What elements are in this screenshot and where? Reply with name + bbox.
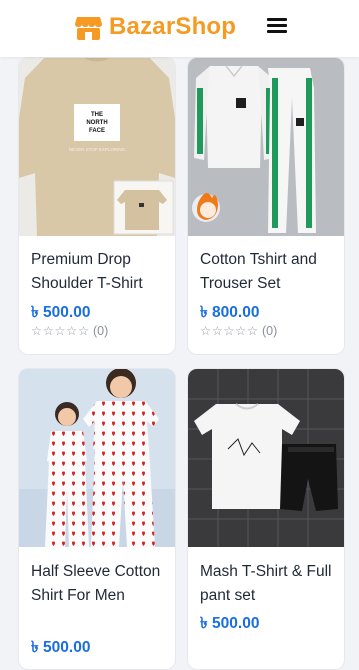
product-price: ৳ 500.00 xyxy=(200,615,260,632)
rating-stars-icon: ☆☆☆☆☆ xyxy=(200,324,259,338)
product-card[interactable]: THE NORTH FACE NEVER STOP EXPLORING Prem… xyxy=(18,57,176,355)
brand-logo[interactable]: BazarShop xyxy=(74,11,236,43)
product-image[interactable] xyxy=(188,369,344,547)
product-name[interactable]: Cotton Tshirt and Trouser Set xyxy=(200,248,340,296)
product-name[interactable]: Mash T-Shirt & Full pant set xyxy=(200,560,340,608)
rating-stars-icon: ☆☆☆☆☆ xyxy=(31,324,90,338)
product-name[interactable]: Half Sleeve Cotton Shirt For Men xyxy=(31,560,171,608)
app-header: BazarShop xyxy=(0,0,359,57)
product-image[interactable] xyxy=(188,58,344,236)
brand-name: BazarShop xyxy=(109,13,237,40)
product-image[interactable]: THE NORTH FACE NEVER STOP EXPLORING xyxy=(19,58,175,236)
review-count: (0) xyxy=(262,324,278,338)
product-price: ৳ 500.00 xyxy=(31,639,91,656)
product-card[interactable]: Cotton Tshirt and Trouser Set ৳ 800.00 ☆… xyxy=(187,57,345,355)
image-logo-line: FACE xyxy=(89,128,105,134)
product-rating: ☆☆☆☆☆ (0) xyxy=(31,323,108,338)
review-count: (0) xyxy=(93,324,109,338)
product-card[interactable]: Mash T-Shirt & Full pant set ৳ 500.00 xyxy=(187,368,345,670)
hamburger-menu-icon[interactable] xyxy=(264,14,290,38)
product-rating: ☆☆☆☆☆ (0) xyxy=(200,323,277,338)
image-caption: NEVER STOP EXPLORING xyxy=(69,147,126,152)
product-image[interactable] xyxy=(19,369,175,547)
product-name[interactable]: Premium Drop Shoulder T-Shirt xyxy=(31,248,171,296)
product-grid: THE NORTH FACE NEVER STOP EXPLORING Prem… xyxy=(0,0,359,670)
image-logo-line: THE xyxy=(91,112,103,118)
product-card[interactable]: Half Sleeve Cotton Shirt For Men ৳ 500.0… xyxy=(18,368,176,670)
store-icon xyxy=(75,16,102,40)
image-logo-line: NORTH xyxy=(86,120,107,126)
